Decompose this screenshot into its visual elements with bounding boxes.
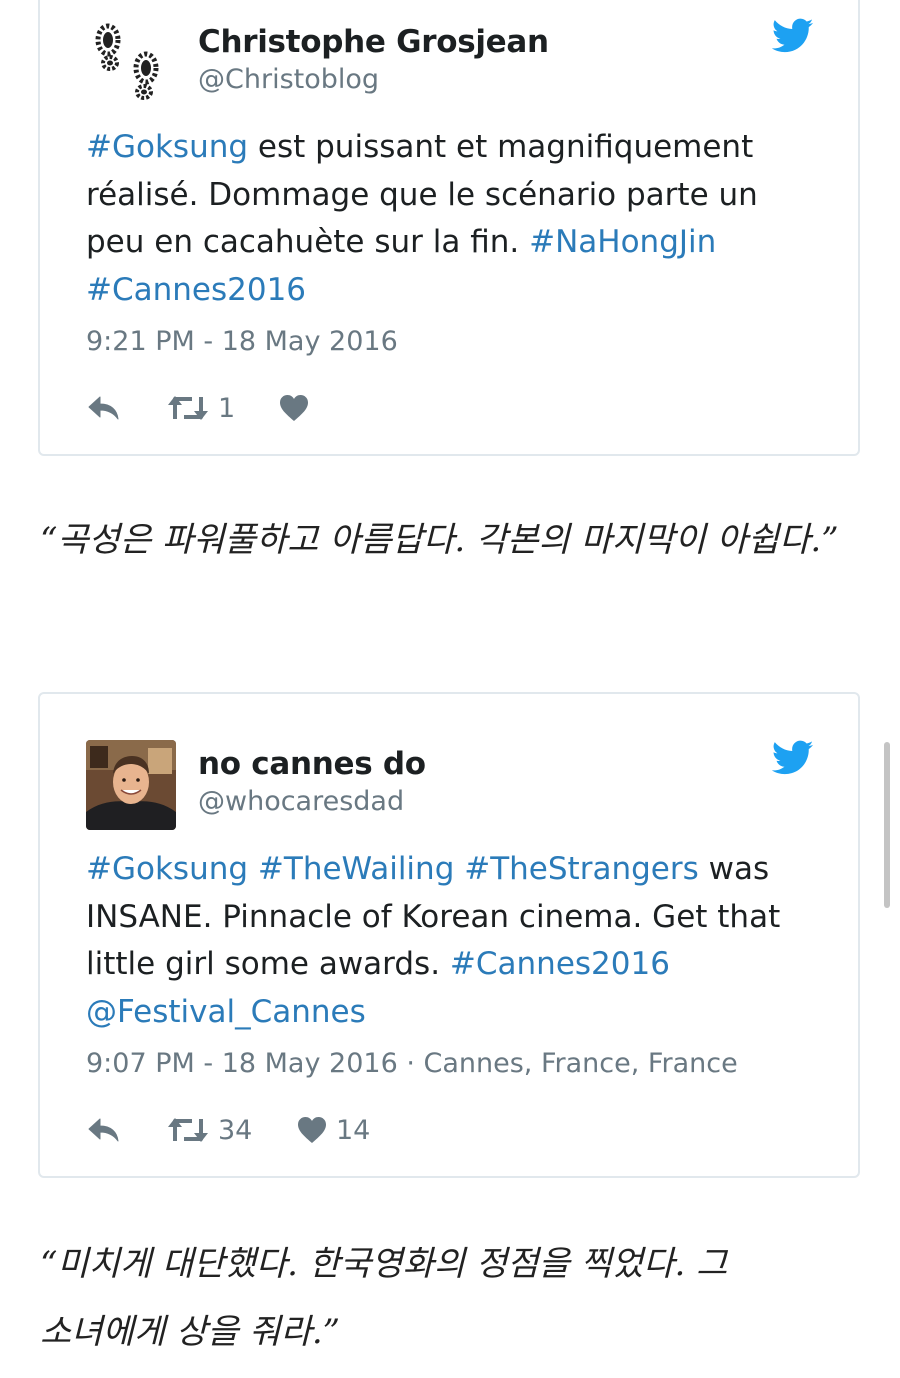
mention-link[interactable]: @Festival_Cannes <box>86 994 366 1030</box>
like-button[interactable] <box>278 388 318 428</box>
tweet-text-span <box>248 851 258 887</box>
author-handle[interactable]: @Christoblog <box>198 64 379 95</box>
hashtag-link[interactable]: #TheWailing <box>258 851 454 887</box>
korean-translation-quote: “곡성은 파워풀하고 아름답다. 각본의 마지막이 아쉽다.” <box>40 520 839 560</box>
author-handle[interactable]: @whocaresdad <box>198 786 404 817</box>
heart-icon <box>298 1117 326 1143</box>
hashtag-link[interactable]: #Goksung <box>86 851 248 887</box>
tweet-text: #Goksung #TheWailing #TheStrangers was I… <box>86 846 826 1036</box>
tweet-card[interactable]: Christophe Grosjean @Christoblog #Goksun… <box>38 0 860 456</box>
author-name[interactable]: no cannes do <box>198 746 426 782</box>
retweet-button[interactable]: 1 <box>166 388 235 428</box>
reply-icon <box>88 396 119 420</box>
tweet-timestamp[interactable]: 9:21 PM - 18 May 2016 <box>86 326 398 357</box>
author-name[interactable]: Christophe Grosjean <box>198 24 549 60</box>
reply-button[interactable] <box>86 1110 122 1150</box>
heart-icon <box>280 395 308 421</box>
like-count: 14 <box>336 1114 371 1146</box>
retweet-count: 1 <box>218 392 236 424</box>
retweet-button[interactable]: 34 <box>166 1110 252 1150</box>
twitter-bird-icon[interactable] <box>771 740 814 776</box>
tweet-card[interactable]: no cannes do @whocaresdad #Goksung #TheW… <box>38 692 860 1178</box>
hashtag-link[interactable]: #TheStrangers <box>464 851 699 887</box>
twitter-bird-icon[interactable] <box>771 18 814 54</box>
hashtag-link[interactable]: #Goksung <box>86 129 248 165</box>
reply-button[interactable] <box>86 388 122 428</box>
retweet-icon <box>168 1118 208 1142</box>
retweet-icon <box>168 396 208 420</box>
hashtag-link[interactable]: #NaHongJin <box>529 224 716 260</box>
hashtag-link[interactable]: #Cannes2016 <box>450 946 670 982</box>
footprints-avatar-icon[interactable] <box>86 18 176 108</box>
like-button[interactable]: 14 <box>296 1110 370 1150</box>
tweet-text-span <box>454 851 464 887</box>
tweet-text: #Goksung est puissant et magnifiquement … <box>86 124 826 314</box>
retweet-count: 34 <box>218 1114 253 1146</box>
user-photo-avatar[interactable] <box>86 740 176 830</box>
tweet-timestamp-location[interactable]: 9:07 PM - 18 May 2016 · Cannes, France, … <box>86 1048 738 1079</box>
reply-icon <box>88 1118 119 1142</box>
hashtag-link[interactable]: #Cannes2016 <box>86 272 306 308</box>
scrollbar[interactable] <box>884 742 890 908</box>
korean-translation-quote: “미치게 대단했다. 한국영화의 정점을 찍었다. 그 소녀에게 상을 줘라.” <box>40 1244 728 1352</box>
